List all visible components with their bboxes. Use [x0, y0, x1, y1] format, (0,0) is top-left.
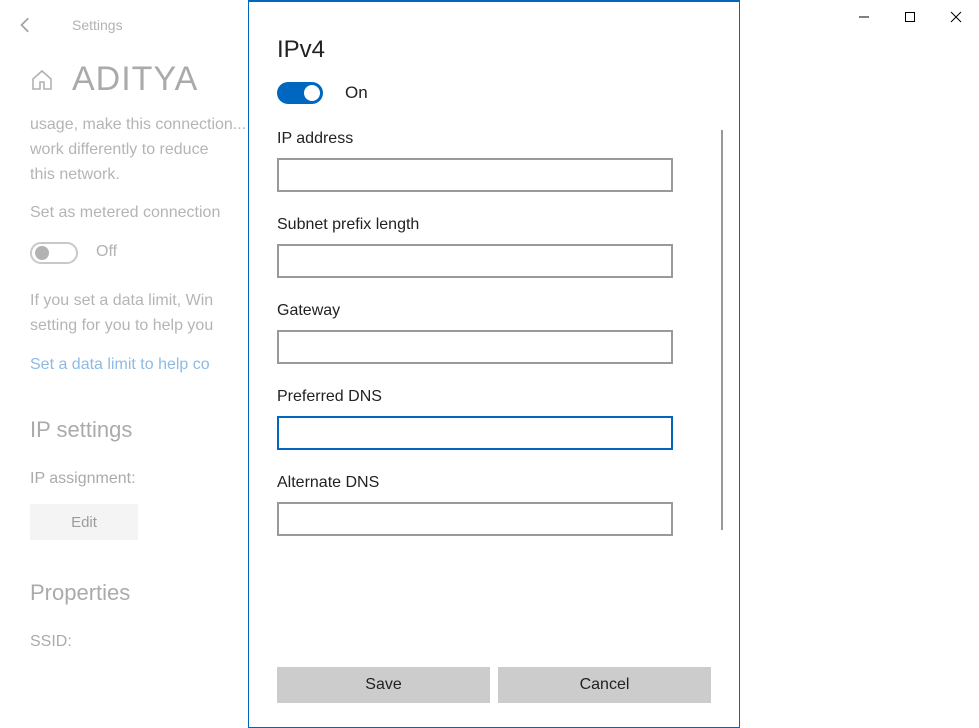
minimize-button[interactable] [841, 0, 887, 34]
subnet-input[interactable] [277, 244, 673, 278]
gateway-input[interactable] [277, 330, 673, 364]
body-line: work differently to reduce [30, 141, 208, 158]
preferred-dns-field: Preferred DNS [277, 388, 711, 450]
ipv4-toggle[interactable] [277, 82, 323, 104]
ipv4-dialog: IPv4 On IP address Subnet prefix length … [248, 0, 740, 728]
body-line: setting for you to help you [30, 317, 213, 334]
ip-address-input[interactable] [277, 158, 673, 192]
ipv4-toggle-row: On [277, 82, 711, 104]
dialog-scrollbar[interactable] [721, 130, 723, 530]
maximize-button[interactable] [887, 0, 933, 34]
toggle-on-label: On [345, 83, 368, 103]
home-icon[interactable] [30, 68, 54, 92]
ip-address-field: IP address [277, 130, 711, 192]
window-caption-buttons [841, 0, 979, 34]
gateway-field: Gateway [277, 302, 711, 364]
close-button[interactable] [933, 0, 979, 34]
body-line: usage, make this connection... [30, 116, 246, 133]
ip-address-label: IP address [277, 130, 711, 148]
page-title: ADITYA [72, 60, 198, 99]
subnet-label: Subnet prefix length [277, 216, 711, 234]
link-text[interactable]: Set a data limit to help co [30, 356, 210, 373]
alternate-dns-field: Alternate DNS [277, 474, 711, 536]
metered-toggle[interactable] [30, 242, 78, 264]
dialog-form: IP address Subnet prefix length Gateway … [277, 130, 711, 667]
edit-button[interactable]: Edit [30, 504, 138, 540]
toggle-off-label: Off [96, 240, 117, 265]
back-button[interactable] [12, 11, 40, 39]
alternate-dns-label: Alternate DNS [277, 474, 711, 492]
save-button[interactable]: Save [277, 667, 490, 703]
preferred-dns-input[interactable] [277, 416, 673, 450]
settings-title: Settings [72, 17, 123, 33]
gateway-label: Gateway [277, 302, 711, 320]
body-line: this network. [30, 166, 120, 183]
alternate-dns-input[interactable] [277, 502, 673, 536]
subnet-field: Subnet prefix length [277, 216, 711, 278]
preferred-dns-label: Preferred DNS [277, 388, 711, 406]
dialog-title: IPv4 [277, 36, 711, 64]
dialog-button-row: Save Cancel [277, 667, 711, 703]
body-line: If you set a data limit, Win [30, 292, 213, 309]
cancel-button[interactable]: Cancel [498, 667, 711, 703]
